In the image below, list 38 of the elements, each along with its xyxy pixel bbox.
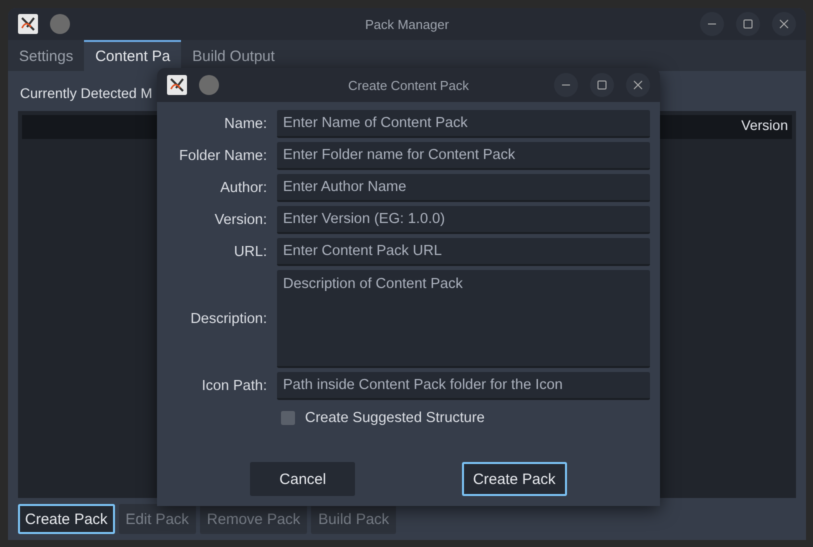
input-field[interactable]: Enter Name of Content Pack	[277, 110, 650, 138]
action-button[interactable]: Create Pack	[18, 504, 115, 534]
app-logo-icon	[18, 14, 38, 34]
checkbox[interactable]	[281, 411, 295, 425]
dialog-button[interactable]: Create Pack	[462, 462, 567, 496]
section-label: Currently Detected M	[19, 84, 154, 103]
field-label: Author:	[219, 180, 267, 196]
field-label: Version:	[214, 212, 267, 228]
input-field[interactable]: Enter Content Pack URL	[277, 238, 650, 266]
field-label: Name:	[223, 116, 267, 132]
field-label: Folder Name:	[178, 148, 267, 164]
input-field[interactable]: Path inside Content Pack folder for the Icon	[277, 372, 650, 400]
tab[interactable]: Settings	[8, 40, 84, 71]
close-icon	[633, 80, 643, 90]
circle-icon	[50, 14, 70, 34]
maximize-button[interactable]	[736, 12, 760, 36]
close-button[interactable]	[772, 12, 796, 36]
field-label: URL:	[232, 244, 267, 260]
maximize-button[interactable]	[590, 73, 614, 97]
tab[interactable]: Build Output	[181, 40, 286, 71]
input-field[interactable]: Enter Folder name for Content Pack	[277, 142, 650, 170]
input-field[interactable]: Enter Author Name	[277, 174, 650, 202]
dialog-title: Create Content Pack	[348, 78, 469, 92]
window-title: Pack Manager	[365, 16, 449, 32]
dialog-button[interactable]: Cancel	[250, 462, 356, 496]
field-label: Icon Path:	[200, 378, 267, 394]
checkbox-label: Create Suggested Structure	[305, 410, 485, 426]
circle-icon	[199, 75, 219, 95]
input-field[interactable]: Enter Version (EG: 1.0.0)	[277, 206, 650, 234]
app-logo-icon	[167, 75, 187, 95]
maximize-icon	[597, 80, 607, 90]
close-icon	[779, 19, 789, 29]
tab[interactable]: Content Pa	[84, 40, 182, 71]
column-header[interactable]: Version	[737, 115, 792, 139]
field-label: Description:	[189, 311, 267, 327]
close-button[interactable]	[626, 73, 650, 97]
description-field[interactable]: Description of Content Pack	[277, 270, 650, 368]
maximize-icon	[743, 19, 753, 29]
